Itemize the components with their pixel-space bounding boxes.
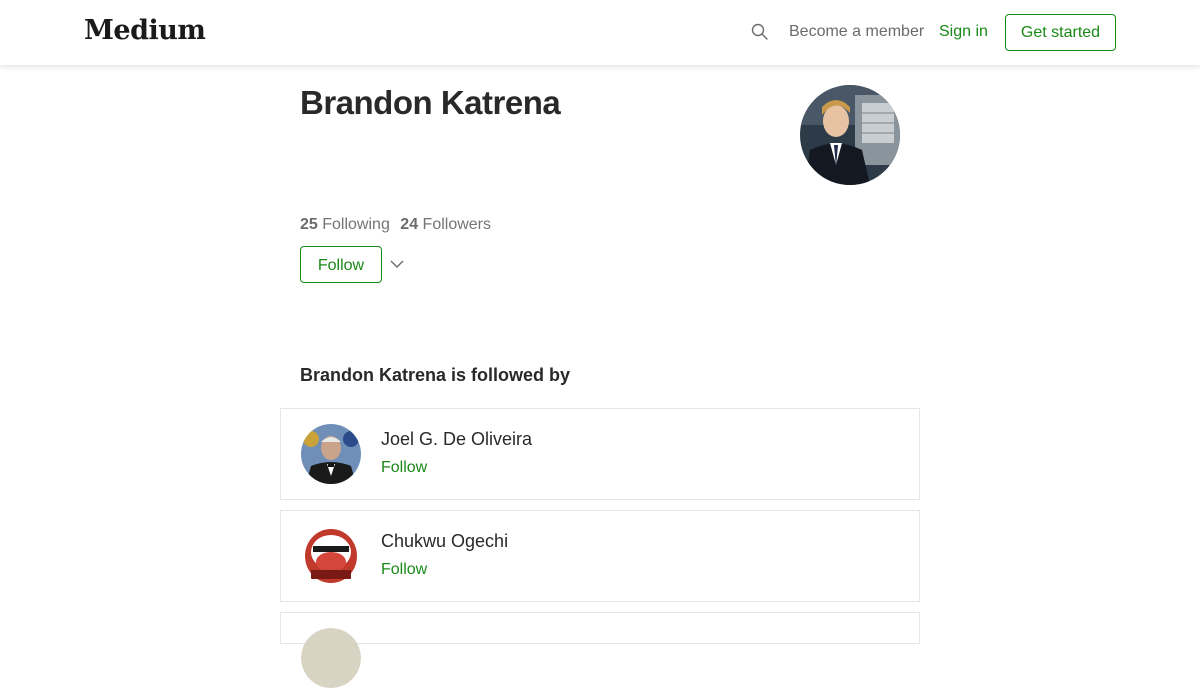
follower-name[interactable]: Joel G. De Oliveira: [381, 429, 532, 450]
following-label[interactable]: Following: [322, 216, 390, 233]
following-count: 25: [300, 216, 318, 233]
get-started-button[interactable]: Get started: [1005, 14, 1116, 51]
follower-avatar[interactable]: [301, 526, 361, 586]
follower-card[interactable]: Joel G. De Oliveira Follow: [280, 408, 920, 500]
chevron-down-icon[interactable]: [389, 256, 405, 272]
follower-avatar[interactable]: [301, 424, 361, 484]
follow-button[interactable]: Follow: [300, 246, 382, 283]
search-icon[interactable]: [750, 22, 770, 42]
follower-follow-link[interactable]: Follow: [381, 459, 427, 477]
follow-stats: 25 Following 24 Followers: [300, 216, 491, 234]
follower-name[interactable]: Chukwu Ogechi: [381, 531, 508, 552]
profile-name: Brandon Katrena: [300, 84, 561, 121]
follower-follow-link[interactable]: Follow: [381, 561, 427, 579]
top-navigation-bar: Medium Become a member Sign in Get start…: [0, 0, 1200, 65]
sign-in-link[interactable]: Sign in: [939, 23, 988, 41]
followers-count: 24: [400, 216, 419, 233]
follower-card[interactable]: [280, 612, 920, 688]
followers-label[interactable]: Followers: [423, 216, 491, 233]
become-member-link[interactable]: Become a member: [789, 23, 924, 41]
follower-card[interactable]: Chukwu Ogechi Follow: [280, 510, 920, 602]
followed-by-heading: Brandon Katrena is followed by: [300, 365, 571, 385]
medium-logo[interactable]: Medium: [84, 15, 206, 46]
follower-avatar[interactable]: [301, 628, 361, 688]
profile-avatar: [800, 85, 900, 185]
